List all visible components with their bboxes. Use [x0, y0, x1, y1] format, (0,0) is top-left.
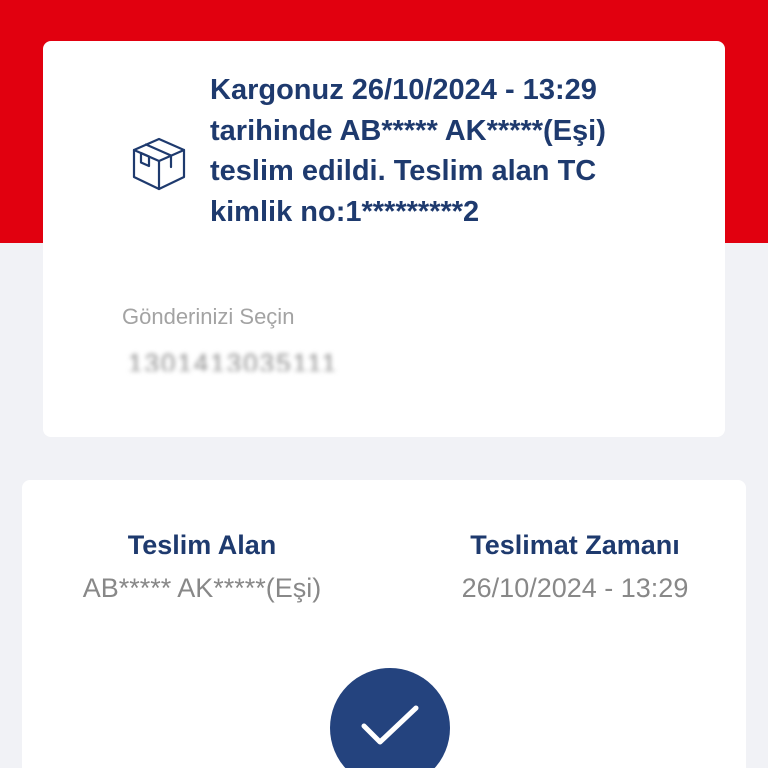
shipment-select-value[interactable]: 1301413035111	[128, 349, 338, 371]
delivered-check-badge	[330, 668, 450, 768]
delivery-time-column: Teslimat Zamanı 26/10/2024 - 13:29	[405, 528, 745, 605]
package-box-icon	[132, 137, 186, 191]
checkmark-icon	[361, 705, 419, 745]
shipment-select-label: Gönderinizi Seçin	[122, 304, 295, 329]
delivery-status-card: Kargonuz 26/10/2024 - 13:29 tarihinde AB…	[43, 41, 725, 437]
receiver-value: AB***** AK*****(Eşi)	[82, 573, 322, 603]
receiver-title: Teslim Alan	[127, 530, 277, 560]
delivery-time-title: Teslimat Zamanı	[470, 530, 680, 560]
delivery-details-card: Teslim Alan AB***** AK*****(Eşi) Teslima…	[22, 480, 746, 768]
receiver-column: Teslim Alan AB***** AK*****(Eşi)	[42, 528, 362, 605]
delivery-status-message: Kargonuz 26/10/2024 - 13:29 tarihinde AB…	[210, 74, 606, 228]
delivery-time-value: 26/10/2024 - 13:29	[461, 573, 689, 603]
